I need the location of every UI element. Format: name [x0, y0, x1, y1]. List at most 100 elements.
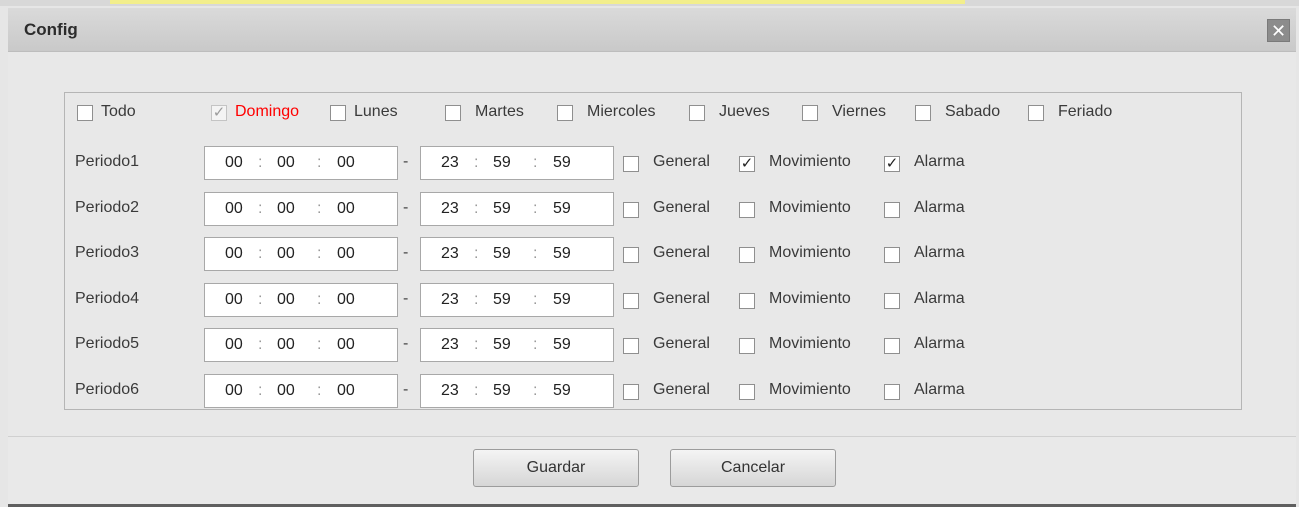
day-checkbox-6[interactable] [802, 105, 818, 121]
type-label: Alarma [914, 153, 965, 170]
end-time-input[interactable]: 23 59 59:: [420, 282, 614, 317]
type-checkbox-movimiento[interactable] [739, 247, 755, 263]
type-checkbox-general[interactable] [623, 156, 639, 172]
start-time-field[interactable]: 00 [225, 291, 243, 309]
day-label: Domingo [235, 103, 300, 120]
start-time-field[interactable]: 00 [277, 382, 295, 400]
type-label: General [653, 153, 710, 170]
end-time-input[interactable]: 23 59 59:: [420, 373, 614, 408]
start-time-field[interactable]: 00 [277, 200, 295, 218]
type-checkbox-alarma[interactable]: ✓ [884, 156, 900, 172]
start-time-field[interactable]: 00 [277, 336, 295, 354]
day-checkbox-5[interactable] [689, 105, 705, 121]
time-separator: : [474, 245, 479, 262]
end-time-field[interactable]: 59 [553, 154, 571, 172]
end-time-field[interactable]: 59 [493, 336, 511, 354]
end-time-field[interactable]: 23 [441, 245, 459, 263]
type-checkbox-alarma[interactable] [884, 338, 900, 354]
start-time-field[interactable]: 00 [337, 200, 355, 218]
start-time-field[interactable]: 00 [225, 336, 243, 354]
type-checkbox-general[interactable] [623, 201, 639, 218]
type-checkbox-alarma[interactable] [884, 292, 900, 309]
type-checkbox-movimiento[interactable] [739, 338, 755, 354]
end-time-field[interactable]: 23 [441, 200, 459, 218]
type-checkbox-alarma[interactable] [884, 247, 900, 263]
start-time-input[interactable]: 00 00 00:: [204, 373, 398, 408]
time-separator: : [258, 336, 263, 353]
day-label: Viernes [832, 103, 886, 120]
end-time-input[interactable]: 23 59 59:: [420, 237, 614, 271]
day-checkbox-2[interactable] [330, 105, 346, 121]
type-label: Alarma [914, 244, 965, 261]
time-separator: : [258, 245, 263, 262]
start-time-field[interactable]: 00 [225, 200, 243, 218]
start-time-input[interactable]: 00 00 00:: [204, 237, 398, 271]
start-time-input[interactable]: 00 00 00:: [204, 191, 398, 226]
type-checkbox-alarma[interactable] [884, 201, 900, 218]
end-time-field[interactable]: 23 [441, 291, 459, 309]
start-time-field[interactable]: 00 [337, 291, 355, 309]
end-time-field[interactable]: 59 [553, 382, 571, 400]
time-separator: : [317, 154, 322, 171]
day-checkbox-7[interactable] [915, 105, 931, 121]
type-checkbox-alarma[interactable] [884, 383, 900, 400]
start-time-field[interactable]: 00 [337, 154, 355, 172]
end-time-field[interactable]: 23 [441, 154, 459, 172]
end-time-field[interactable]: 59 [553, 200, 571, 218]
start-time-input[interactable]: 00 00 00:: [204, 328, 398, 362]
type-label: Movimiento [769, 289, 851, 307]
type-checkbox-movimiento[interactable] [739, 383, 755, 400]
end-time-field[interactable]: 59 [553, 291, 571, 309]
end-time-input[interactable]: 23 59 59:: [420, 328, 614, 362]
end-time-field[interactable]: 23 [441, 336, 459, 354]
range-separator: - [403, 289, 409, 307]
type-checkbox-movimiento[interactable] [739, 292, 755, 309]
type-checkbox-general[interactable] [623, 338, 639, 354]
time-separator: : [474, 336, 479, 353]
start-time-field[interactable]: 00 [337, 245, 355, 263]
dialog-header[interactable]: Config ✕ [8, 8, 1296, 52]
end-time-input[interactable]: 23 59 59:: [420, 146, 614, 180]
type-checkbox-general[interactable] [623, 247, 639, 263]
time-separator: : [317, 381, 322, 399]
end-time-field[interactable]: 59 [553, 245, 571, 263]
end-time-field[interactable]: 59 [493, 200, 511, 218]
day-checkbox-8[interactable] [1028, 105, 1044, 121]
time-separator: : [533, 199, 538, 217]
start-time-field[interactable]: 00 [277, 245, 295, 263]
cancel-button[interactable]: Cancelar [670, 449, 836, 487]
close-button[interactable]: ✕ [1267, 19, 1290, 42]
day-checkbox-1[interactable]: ✓ [211, 105, 227, 121]
day-checkbox-4[interactable] [557, 105, 573, 121]
start-time-field[interactable]: 00 [277, 154, 295, 172]
start-time-field[interactable]: 00 [277, 291, 295, 309]
end-time-field[interactable]: 59 [493, 382, 511, 400]
end-time-input[interactable]: 23 59 59:: [420, 191, 614, 226]
start-time-input[interactable]: 00 00 00:: [204, 282, 398, 317]
start-time-input[interactable]: 00 00 00:: [204, 146, 398, 180]
save-button[interactable]: Guardar [473, 449, 639, 487]
end-time-field[interactable]: 59 [553, 336, 571, 354]
period-label: Periodo1 [75, 153, 140, 170]
end-time-field[interactable]: 59 [493, 154, 511, 172]
start-time-field[interactable]: 00 [337, 336, 355, 354]
type-checkbox-movimiento[interactable]: ✓ [739, 156, 755, 172]
time-separator: : [533, 245, 538, 262]
end-time-field[interactable]: 59 [493, 291, 511, 309]
start-time-field[interactable]: 00 [337, 382, 355, 400]
type-checkbox-movimiento[interactable] [739, 201, 755, 218]
end-time-field[interactable]: 59 [493, 245, 511, 263]
day-label: Miercoles [587, 103, 656, 120]
start-time-field[interactable]: 00 [225, 382, 243, 400]
time-separator: : [474, 290, 479, 308]
day-checkbox-3[interactable] [445, 105, 461, 121]
day-checkbox-0[interactable] [77, 105, 93, 121]
time-separator: : [533, 336, 538, 353]
type-checkbox-general[interactable] [623, 292, 639, 309]
type-checkbox-general[interactable] [623, 383, 639, 400]
time-separator: : [317, 199, 322, 217]
type-label: General [653, 380, 710, 398]
start-time-field[interactable]: 00 [225, 154, 243, 172]
end-time-field[interactable]: 23 [441, 382, 459, 400]
start-time-field[interactable]: 00 [225, 245, 243, 263]
